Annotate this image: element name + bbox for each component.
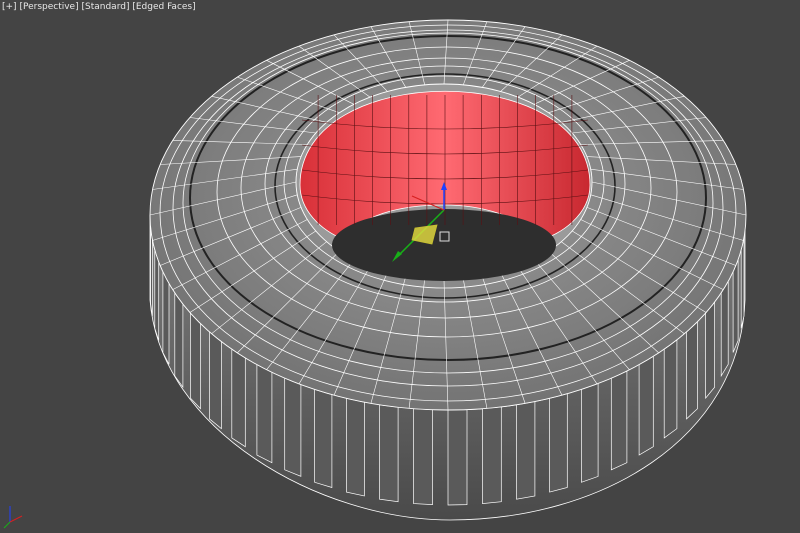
world-axis-tripod-icon [3,506,23,529]
tread-block-2 [162,271,170,365]
tread-block-3 [174,291,184,389]
inner-hole-floor [332,209,556,281]
tread-block-7 [256,364,273,464]
tread-block-23 [720,280,729,378]
viewport-perspective[interactable]: [+] [Perspective] [Standard] [Edged Face… [0,0,800,533]
tread-block-4 [190,312,201,410]
tread-block-25 [740,237,745,329]
tread-block-11 [379,404,399,503]
viewport-shading-button[interactable]: [Standard] [81,2,129,12]
tread-block-13 [447,409,468,506]
view-label[interactable]: Perspective [23,2,75,12]
tread-block-20 [663,339,678,439]
tread-block-1 [154,249,160,341]
tread-block-5 [209,331,222,430]
tread-block-22 [705,301,715,400]
tire-model[interactable] [0,0,800,533]
viewport-label-bar: [+] [Perspective] [Standard] [Edged Face… [2,1,196,13]
tread-block-19 [638,355,654,456]
tread-block-15 [516,401,536,500]
viewport-menu-button[interactable]: [+] [2,2,17,12]
viewport-view-button[interactable]: [Perspective] [19,2,78,12]
shading-label[interactable]: Standard [85,2,126,12]
tread-block-18 [610,370,628,471]
viewport-display-button[interactable]: [Edged Faces] [132,2,195,12]
tread-block-8 [284,377,302,477]
tread-block-24 [732,259,739,353]
tread-block-10 [346,397,365,497]
tread-block-16 [549,393,568,493]
tread-block-6 [231,348,246,448]
tread-block-14 [482,406,502,504]
tread-block-21 [686,320,698,420]
tread-block-9 [314,388,333,488]
tread-block-12 [413,408,433,505]
display-label[interactable]: Edged Faces [136,2,192,12]
tread-block-17 [581,383,599,483]
